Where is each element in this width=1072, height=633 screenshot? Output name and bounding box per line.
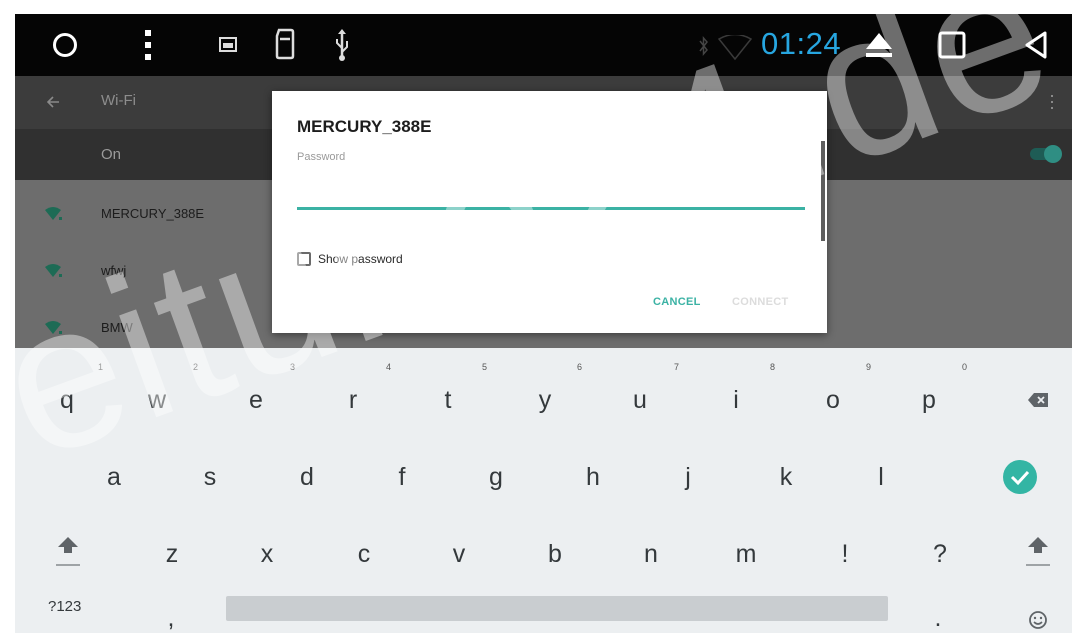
screenshot-icon bbox=[217, 34, 239, 54]
backspace-icon[interactable] bbox=[1018, 382, 1058, 418]
wifi-signal-icon bbox=[43, 204, 65, 224]
symbols-key[interactable]: ?123 bbox=[48, 598, 81, 615]
network-name: BMW bbox=[101, 320, 133, 335]
shift-icon[interactable] bbox=[48, 533, 88, 569]
key-hint: 5 bbox=[482, 362, 488, 372]
key-hint: 6 bbox=[577, 362, 583, 372]
key-j[interactable]: j bbox=[668, 459, 708, 495]
key-v[interactable]: v bbox=[439, 536, 479, 572]
key-period[interactable]: . bbox=[918, 600, 958, 633]
key-d[interactable]: d bbox=[287, 459, 327, 495]
wifi-signal-icon bbox=[43, 318, 65, 338]
key-e[interactable]: e bbox=[236, 382, 276, 418]
space-key[interactable] bbox=[226, 596, 888, 621]
key-l[interactable]: l bbox=[861, 459, 901, 495]
emoji-icon[interactable] bbox=[1018, 602, 1058, 633]
recent-apps-icon[interactable] bbox=[935, 28, 969, 62]
sd-card-icon bbox=[273, 26, 297, 62]
eject-icon[interactable] bbox=[863, 28, 895, 62]
toggle-thumb bbox=[1044, 145, 1062, 163]
bluetooth-icon bbox=[697, 34, 711, 58]
clock: 01:24 bbox=[761, 26, 842, 61]
key-hint: 3 bbox=[290, 362, 296, 372]
key-k[interactable]: k bbox=[766, 459, 806, 495]
key-s[interactable]: s bbox=[190, 459, 230, 495]
page-title: Wi-Fi bbox=[101, 92, 136, 109]
key-r[interactable]: r bbox=[333, 382, 373, 418]
key-o[interactable]: o bbox=[813, 382, 853, 418]
wifi-password-dialog: MERCURY_388E Password Show password CANC… bbox=[272, 91, 827, 333]
key-q[interactable]: q bbox=[47, 382, 87, 418]
key-f[interactable]: f bbox=[382, 459, 422, 495]
screen: 01:24 Wi-Fi On MERCURY_388E wfwj BMW MER… bbox=[15, 14, 1072, 633]
menu-dots-icon[interactable] bbox=[140, 28, 156, 62]
wifi-toggle-switch[interactable] bbox=[1030, 145, 1062, 163]
key-hint: 9 bbox=[866, 362, 872, 372]
dialog-title: MERCURY_388E bbox=[297, 117, 432, 136]
home-circle-icon[interactable] bbox=[50, 30, 80, 60]
arrow-back-icon[interactable] bbox=[43, 92, 63, 112]
overflow-menu-icon[interactable] bbox=[1047, 91, 1057, 113]
key-n[interactable]: n bbox=[631, 536, 671, 572]
usb-icon bbox=[331, 26, 353, 64]
key-m[interactable]: m bbox=[726, 536, 766, 572]
wifi-signal-icon bbox=[43, 261, 65, 281]
key-exclamation[interactable]: ! bbox=[825, 536, 865, 572]
done-check-icon[interactable] bbox=[1000, 459, 1040, 495]
password-input[interactable] bbox=[297, 173, 805, 210]
back-icon[interactable] bbox=[1019, 28, 1053, 62]
key-g[interactable]: g bbox=[476, 459, 516, 495]
key-hint: 4 bbox=[386, 362, 392, 372]
key-y[interactable]: y bbox=[525, 382, 565, 418]
show-password-checkbox[interactable]: Show password bbox=[297, 252, 403, 266]
key-c[interactable]: c bbox=[344, 536, 384, 572]
key-z[interactable]: z bbox=[152, 536, 192, 572]
status-bar: 01:24 bbox=[15, 14, 1072, 76]
key-hint: 8 bbox=[770, 362, 776, 372]
key-b[interactable]: b bbox=[535, 536, 575, 572]
key-comma[interactable]: , bbox=[151, 600, 191, 633]
wifi-toggle-label: On bbox=[101, 146, 122, 163]
shift-icon[interactable] bbox=[1018, 533, 1058, 569]
key-h[interactable]: h bbox=[573, 459, 613, 495]
wifi-icon bbox=[716, 34, 754, 62]
connect-button[interactable]: CONNECT bbox=[732, 296, 789, 308]
cancel-button[interactable]: CANCEL bbox=[653, 296, 701, 308]
key-hint: 2 bbox=[193, 362, 199, 372]
onscreen-keyboard: q 1 w 2 e 3 r 4 t 5 y 6 u 7 i 8 o 9 p 0 … bbox=[15, 348, 1072, 633]
network-name: wfwj bbox=[101, 263, 127, 278]
key-question[interactable]: ? bbox=[920, 536, 960, 572]
network-name: MERCURY_388E bbox=[101, 206, 205, 221]
checkbox-icon[interactable] bbox=[297, 252, 311, 266]
key-t[interactable]: t bbox=[428, 382, 468, 418]
key-p[interactable]: p bbox=[909, 382, 949, 418]
key-hint: 0 bbox=[962, 362, 968, 372]
key-hint: 1 bbox=[98, 362, 104, 372]
key-w[interactable]: w bbox=[137, 382, 177, 418]
key-hint: 7 bbox=[674, 362, 680, 372]
show-password-label: Show password bbox=[318, 252, 403, 266]
scrollbar[interactable] bbox=[821, 141, 825, 241]
key-a[interactable]: a bbox=[94, 459, 134, 495]
key-u[interactable]: u bbox=[620, 382, 660, 418]
key-x[interactable]: x bbox=[247, 536, 287, 572]
password-label: Password bbox=[297, 151, 346, 163]
key-i[interactable]: i bbox=[716, 382, 756, 418]
